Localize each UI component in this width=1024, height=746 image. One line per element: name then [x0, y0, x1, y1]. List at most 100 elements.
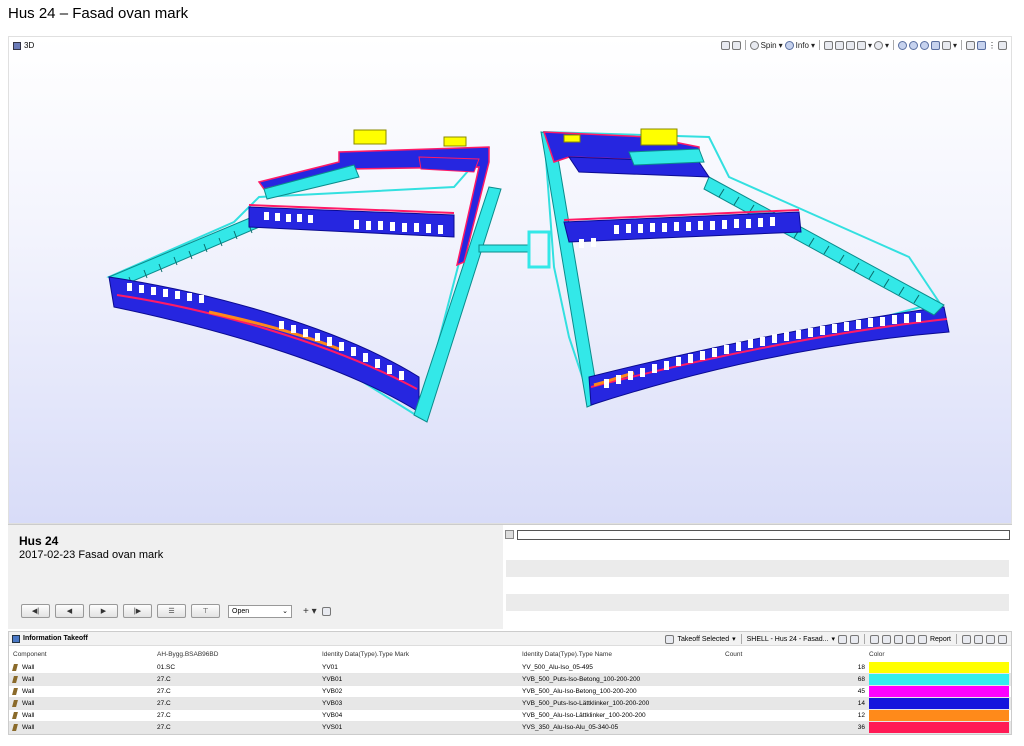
- info-summary: Hus 24 2017-02-23 Fasad ovan mark ◀| ◀ ▶…: [8, 525, 503, 630]
- type-mark-cell: YVB03: [322, 700, 343, 707]
- shell-select[interactable]: SHELL - Hus 24 - Fasad...: [747, 636, 829, 643]
- wall-front-curved: [108, 276, 420, 413]
- roof-unit-yellow: [353, 129, 387, 145]
- bsab-cell: 01.SC: [157, 664, 176, 671]
- details-row: [506, 577, 1009, 594]
- skip-forward-icon: |▶: [133, 608, 142, 615]
- column-header[interactable]: Count: [725, 651, 742, 658]
- details-row: [506, 560, 1009, 577]
- type-mark-cell: YVB04: [322, 712, 343, 719]
- columns-icon[interactable]: [986, 634, 995, 644]
- table-row[interactable]: Wall 27.C YVB03 YVB_500_Puts-Iso-Lättklinke…: [9, 698, 1011, 710]
- chevron-down-icon[interactable]: ▾: [831, 635, 835, 643]
- type-name-cell: YVB_500_Puts-Iso-Betong_100-200-200: [522, 676, 641, 683]
- details-header: [505, 529, 1010, 540]
- info-panel: Hus 24 2017-02-23 Fasad ovan mark ◀| ◀ ▶…: [8, 524, 1012, 630]
- list-button[interactable]: ☰: [157, 604, 186, 618]
- count-cell: 36: [857, 724, 865, 731]
- roof-unit-yellow-small: [443, 136, 467, 147]
- wall-icon: [12, 664, 18, 671]
- 3d-viewport[interactable]: 3D Spin ▾ Info ▾ ▾ ▾ ▾ ⋮: [8, 36, 1012, 524]
- wall-icon: [12, 712, 18, 719]
- list-icon: ☰: [168, 608, 175, 615]
- table-icon[interactable]: [881, 634, 891, 644]
- collapse-icon[interactable]: [974, 634, 983, 644]
- wall-right-wing: [703, 176, 945, 316]
- wall-mid-floor: [563, 211, 802, 243]
- color-swatch[interactable]: [869, 698, 1009, 709]
- count-cell: 68: [857, 676, 865, 683]
- separator: [863, 634, 865, 644]
- column-header[interactable]: Component: [13, 651, 47, 658]
- first-button[interactable]: ◀|: [21, 604, 50, 618]
- wall-left-wing: [108, 211, 272, 288]
- wall-icon: [12, 724, 18, 731]
- takeoff-selected-button[interactable]: Takeoff Selected: [677, 636, 729, 643]
- component-cell: Wall: [12, 724, 34, 731]
- details-row: [506, 543, 1009, 560]
- count-cell: 18: [857, 664, 865, 671]
- maximize-icon[interactable]: [998, 634, 1007, 644]
- table-row[interactable]: Wall 27.C YVB01 YVB_500_Puts-Iso-Betong_100…: [9, 674, 1011, 686]
- takeoff-title-text: Information Takeoff: [23, 635, 88, 642]
- presentation-button[interactable]: ⊤: [191, 604, 220, 618]
- last-button[interactable]: |▶: [123, 604, 152, 618]
- color-swatch[interactable]: [869, 662, 1009, 673]
- building-right: [540, 128, 950, 408]
- filter-icon[interactable]: [905, 634, 915, 644]
- previous-icon: ◀: [66, 608, 73, 615]
- table-row[interactable]: Wall 01.SC YV01 YV_500_Alu-Iso_05-495 18: [9, 662, 1011, 674]
- type-name-cell: YVB_500_Alu-Iso-Lättklinker_100-200-200: [522, 712, 646, 719]
- roof-unit-yellow-small: [563, 134, 581, 143]
- skip-back-icon: ◀|: [31, 608, 40, 615]
- bsab-cell: 27.C: [157, 724, 171, 731]
- color-swatch[interactable]: [869, 674, 1009, 685]
- component-cell: Wall: [12, 712, 34, 719]
- color-swatch[interactable]: [869, 710, 1009, 721]
- document-title: Hus 24 – Fasad ovan mark: [8, 5, 189, 22]
- details-field[interactable]: [517, 529, 1010, 540]
- info-icon: [12, 634, 20, 643]
- takeoff-icon[interactable]: [665, 634, 675, 644]
- type-name-cell: YVS_350_Alu-Iso-Alu_05-340-05: [522, 724, 619, 731]
- next-button[interactable]: ▶: [89, 604, 118, 618]
- component-cell: Wall: [12, 664, 34, 671]
- count-cell: 12: [857, 712, 865, 719]
- report-button[interactable]: Report: [930, 636, 951, 643]
- report-icon[interactable]: [917, 634, 927, 644]
- bsab-cell: 27.C: [157, 700, 171, 707]
- chevron-down-icon[interactable]: ▾: [732, 635, 736, 643]
- column-header[interactable]: Color: [869, 651, 885, 658]
- add-button[interactable]: + ▾: [303, 606, 317, 617]
- settings-icon[interactable]: [321, 606, 331, 616]
- type-name-cell: YV_500_Alu-Iso_05-495: [522, 664, 593, 671]
- color-swatch[interactable]: [869, 722, 1009, 733]
- takeoff-header: Component AH-Bygg.BSAB96BD Identity Data…: [9, 649, 1011, 661]
- table-row[interactable]: Wall 27.C YVB02 YVB_500_Alu-Iso-Betong_100-…: [9, 686, 1011, 698]
- model-name: Hus 24: [19, 534, 59, 548]
- table-row[interactable]: Wall 27.C YVB04 YVB_500_Alu-Iso-Lättklinker…: [9, 710, 1011, 722]
- type-name-cell: YVB_500_Puts-Iso-Lättklinker_100-200-200: [522, 700, 650, 707]
- column-header[interactable]: Identity Data(Type).Type Name: [522, 651, 612, 658]
- separator: [956, 634, 957, 644]
- export-icon[interactable]: [893, 634, 903, 644]
- folder-icon[interactable]: [849, 634, 859, 644]
- wall-icon: [12, 700, 18, 707]
- count-cell: 45: [857, 688, 865, 695]
- color-swatch[interactable]: [869, 686, 1009, 697]
- new-icon[interactable]: [837, 634, 847, 644]
- expand-icon[interactable]: [962, 634, 971, 644]
- status-select[interactable]: Open ⌄: [228, 604, 292, 618]
- wall-left-side: [540, 131, 600, 408]
- wall-icon: [12, 688, 18, 695]
- column-header[interactable]: Identity Data(Type).Type Mark: [322, 651, 409, 658]
- takeoff-tools: Takeoff Selected ▾ SHELL - Hus 24 - Fasa…: [665, 634, 1007, 644]
- count-cell: 14: [857, 700, 865, 707]
- previous-button[interactable]: ◀: [55, 604, 84, 618]
- next-icon: ▶: [100, 608, 107, 615]
- bsab-cell: 27.C: [157, 676, 171, 683]
- grid-icon[interactable]: [869, 634, 879, 644]
- table-row[interactable]: Wall 27.C YVS01 YVS_350_Alu-Iso-Alu_05-340-…: [9, 722, 1011, 734]
- wall-top-box: [418, 156, 480, 173]
- column-header[interactable]: AH-Bygg.BSAB96BD: [157, 651, 218, 658]
